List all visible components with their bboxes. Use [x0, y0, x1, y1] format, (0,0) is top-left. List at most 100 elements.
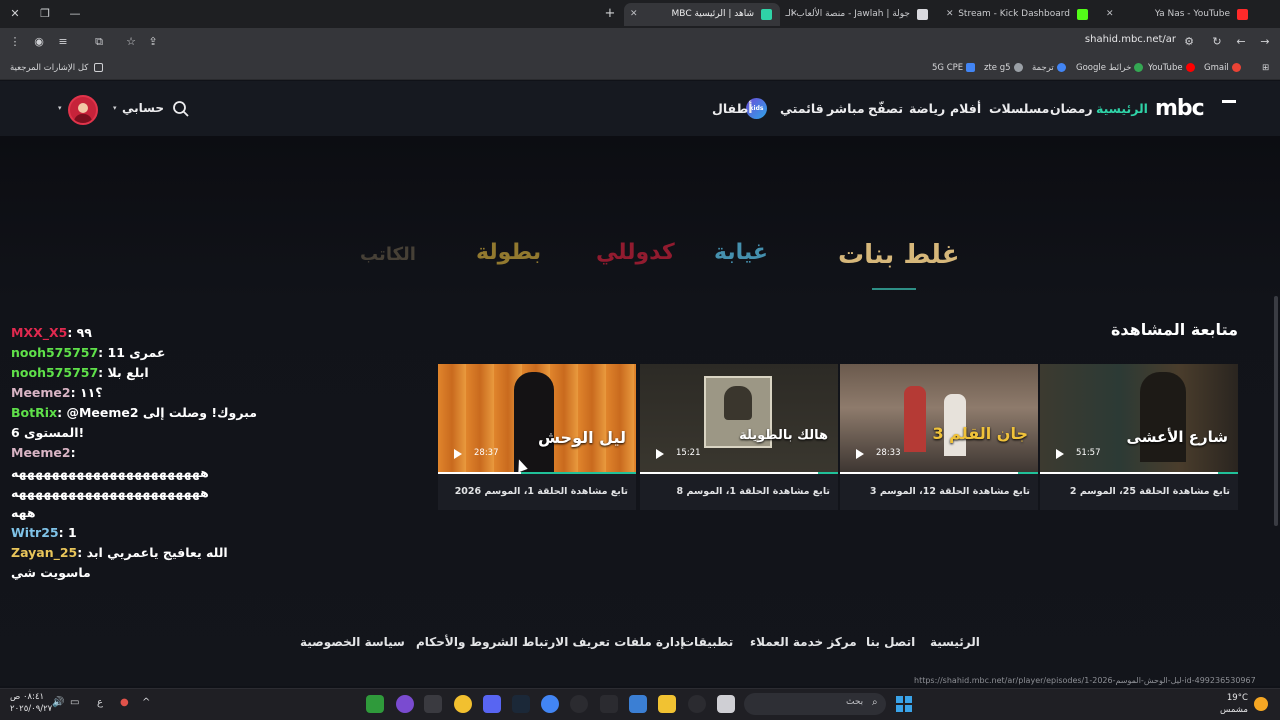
settings-app-icon[interactable]	[600, 695, 618, 713]
bookmark-5gcpe[interactable]: 5G CPE	[932, 61, 976, 75]
volume-icon[interactable]: 🔊	[52, 697, 64, 708]
close-tab-icon[interactable]: ✕	[630, 3, 638, 26]
clock-date: ٢٠٢٥/٠٩/٢٧	[10, 704, 53, 714]
mbc-logo[interactable]: mbc	[1155, 96, 1205, 121]
discord-app-icon[interactable]	[483, 695, 501, 713]
card-duration: 51:57	[1076, 448, 1101, 458]
new-tab-button[interactable]: +	[602, 4, 618, 24]
chat-message: nooh575757: عمرى 11	[11, 345, 166, 360]
tab-kick[interactable]: ✕ Stream - Kick Dashboard	[940, 3, 1096, 26]
site-settings-icon[interactable]: ⚙	[1180, 33, 1198, 51]
minimize-window-icon[interactable]: —	[64, 4, 86, 24]
active-show-indicator	[872, 288, 916, 290]
continue-card[interactable]: شارع الأعشى 51:57 تابع مشاهدة الحلقة 25،…	[1040, 364, 1238, 510]
weather-widget[interactable]: 19°C مشمس	[1220, 692, 1248, 716]
close-window-icon[interactable]: ✕	[4, 4, 26, 24]
close-tab-icon[interactable]: ✕	[1106, 3, 1114, 26]
continue-card[interactable]: جان القلم 3 28:33 تابع مشاهدة الحلقة 12،…	[840, 364, 1038, 510]
account-menu[interactable]: حسابي	[122, 101, 164, 115]
avatar[interactable]	[68, 95, 98, 125]
kick-icon	[1077, 9, 1088, 20]
footer-link-privacy[interactable]: سياسة الخصوصية	[300, 635, 405, 649]
tab-title: Stream - Kick Dashboard	[958, 9, 1070, 19]
windows-start-icon[interactable]	[896, 696, 912, 712]
nav-ramadan[interactable]: رمضان	[1050, 100, 1093, 118]
footer-link-terms[interactable]: الشروط والأحكام	[416, 635, 518, 649]
continue-card[interactable]: هالك بالطويلة 15:21 تابع مشاهدة الحلقة 1…	[640, 364, 838, 510]
address-bar[interactable]: shahid.mbc.net/ar	[1060, 34, 1176, 50]
chevron-up-icon[interactable]: ^	[142, 697, 150, 708]
nav-series[interactable]: مسلسلات	[989, 100, 1049, 118]
more-menu-icon[interactable]: ⋮	[6, 33, 24, 51]
task-view-icon[interactable]	[717, 695, 735, 713]
taskbar-clock[interactable]: ٠٨:٤١ ص ٢٠٢٥/٠٩/٢٧	[10, 691, 52, 715]
taskbar-search-box[interactable]	[744, 693, 886, 715]
bookmark-star-icon[interactable]: ☆	[122, 33, 140, 51]
messenger-app-icon[interactable]	[454, 695, 472, 713]
bookmark-youtube[interactable]: YouTube	[1148, 61, 1195, 75]
reload-icon[interactable]: ↻	[1208, 33, 1226, 51]
play-icon[interactable]	[1056, 449, 1064, 459]
status-bar-url: https://shahid.mbc.net/ar/player/episode…	[914, 676, 1256, 685]
card-thumb-title: ليل الوحش	[537, 428, 626, 447]
file-explorer-icon[interactable]	[658, 695, 676, 713]
bookmark-gmail[interactable]: Gmail	[1204, 61, 1241, 75]
xbox-app-icon[interactable]	[366, 695, 384, 713]
show-logo-ghalat-banat[interactable]: غلط بنات	[838, 240, 960, 270]
search-icon[interactable]	[172, 100, 190, 118]
reading-list-icon[interactable]: ≡	[54, 33, 72, 51]
nav-live[interactable]: مباشر	[827, 100, 865, 118]
tab-shahid[interactable]: ✕ شاهد | الرئيسية MBC	[624, 3, 780, 26]
obs-app-icon[interactable]	[570, 695, 588, 713]
footer-link-contact[interactable]: اتصل بنا	[866, 635, 915, 649]
play-icon[interactable]	[454, 449, 462, 459]
microphone-icon[interactable]: ●	[120, 697, 129, 708]
footer-link-apps[interactable]: تطبيقات	[682, 635, 733, 649]
restore-window-icon[interactable]: ❐	[34, 4, 56, 24]
nav-sports[interactable]: رياضة	[909, 100, 945, 118]
close-tab-icon[interactable]: ✕	[946, 3, 954, 26]
chat-message: Meeme2: ؟١١	[11, 385, 103, 400]
bookmark-translate[interactable]: ترجمة	[1032, 61, 1066, 75]
share-icon[interactable]: ⇪	[144, 33, 162, 51]
tab-youtube[interactable]: ✕ Ya Nas - YouTube	[1100, 3, 1256, 26]
nav-my-list[interactable]: قائمتي	[780, 100, 824, 118]
media-player-icon[interactable]	[688, 695, 706, 713]
nav-kids[interactable]: أطفال	[712, 100, 753, 118]
bookmark-maps[interactable]: Google خرائط	[1076, 61, 1144, 75]
show-logo-kadolli[interactable]: كدوللي	[596, 240, 675, 265]
footer-link-customer-service[interactable]: مركز خدمة العملاء	[750, 635, 857, 649]
play-icon[interactable]	[656, 449, 664, 459]
show-logo-alkateb[interactable]: الكاتب	[360, 244, 416, 265]
chat-message: BotRix: @Meeme2 مبروك! وصلت إلى	[11, 405, 257, 420]
extensions-icon[interactable]: ⧉	[90, 33, 108, 51]
photos-app-icon[interactable]	[629, 695, 647, 713]
play-icon[interactable]	[856, 449, 864, 459]
bookmark-zte[interactable]: zte g5	[984, 61, 1023, 75]
nav-movies[interactable]: أفلام	[950, 100, 981, 118]
bookmark-label: Gmail	[1204, 63, 1229, 73]
steam-app-icon[interactable]	[512, 695, 530, 713]
chrome-app-icon[interactable]	[541, 695, 559, 713]
forward-icon[interactable]: ←	[1232, 33, 1250, 51]
page-scrollbar[interactable]	[1274, 296, 1278, 526]
back-icon[interactable]: →	[1256, 33, 1274, 51]
bookmark-label: zte g5	[984, 63, 1011, 73]
profile-icon[interactable]: ◉	[30, 33, 48, 51]
nav-browse[interactable]: تصفّح	[868, 100, 903, 118]
network-icon[interactable]: ▭	[70, 697, 79, 708]
all-bookmarks-folder[interactable]: كل الإشارات المرجعية	[10, 61, 104, 75]
apps-grid-icon[interactable]: ⊞	[1262, 61, 1269, 75]
tab-jawlah[interactable]: ✕ جولة | Jawlah - منصة الألعاب الـ	[784, 3, 936, 26]
footer-link-cookies[interactable]: إدارة ملفات تعريف الارتباط	[522, 635, 684, 649]
nav-home[interactable]: الرئيسية	[1096, 100, 1148, 118]
chat-message-continued: هههههههههههههههههههههههه	[11, 465, 209, 480]
footer-link-home[interactable]: الرئيسية	[930, 635, 980, 649]
card-label: تابع مشاهدة الحلقة 12، الموسم 3	[869, 486, 1030, 497]
show-logo-ghaybah[interactable]: غيابة	[714, 240, 768, 265]
keyboard-language[interactable]: ع	[97, 697, 103, 708]
twitch-app-icon[interactable]	[396, 695, 414, 713]
continue-card[interactable]: ليل الوحش 28:37 تابع مشاهدة الحلقة 1، ال…	[438, 364, 636, 510]
epic-app-icon[interactable]	[424, 695, 442, 713]
show-logo-botola[interactable]: بطولة	[476, 240, 541, 265]
